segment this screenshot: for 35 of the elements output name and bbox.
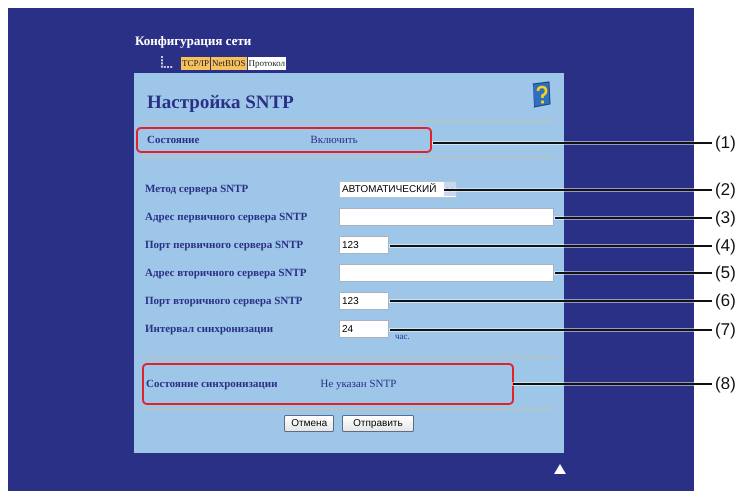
field-label: Порт вторичного сервера SNTP (145, 295, 304, 307)
cancel-button[interactable]: Отмена (284, 415, 334, 432)
tab[interactable]: TCP/IP (181, 57, 210, 70)
field-label: Состояние синхронизации (146, 378, 278, 390)
field-label: Адрес вторичного сервера SNTP (145, 267, 308, 279)
submit-button[interactable]: Отправить (342, 415, 414, 432)
callout-number: (5) (715, 262, 736, 284)
field-label: Адрес первичного сервера SNTP (145, 211, 308, 223)
tab[interactable]: NetBIOS (211, 57, 247, 70)
callout-number: (1) (715, 132, 736, 154)
status-value: Включить (310, 134, 358, 146)
input-field[interactable]: 123 (339, 292, 389, 310)
unit-label: час. (395, 331, 410, 341)
tab[interactable]: Протокол (248, 57, 286, 70)
input-field[interactable] (339, 208, 554, 226)
help-book-icon[interactable] (528, 81, 552, 109)
tree-connector-icon (160, 56, 174, 69)
panel-title: Настройка SNTP (147, 91, 294, 115)
callout-number: (6) (715, 290, 736, 312)
callout-number: (3) (715, 207, 736, 229)
section-heading: Конфигурация сети (135, 33, 252, 48)
status-value: Не указан SNTP (320, 378, 396, 390)
input-field[interactable]: 24 (339, 320, 389, 338)
scroll-to-top-icon[interactable] (554, 464, 566, 474)
field-label: Состояние (147, 134, 200, 146)
callout-number: (4) (715, 235, 736, 257)
callout-number: (8) (715, 373, 736, 395)
field-label: Интервал синхронизации (145, 323, 274, 335)
input-field[interactable]: 123 (339, 236, 389, 254)
field-label: Метод сервера SNTP (145, 183, 250, 195)
callout-number: (2) (715, 179, 736, 201)
method-dropdown[interactable]: АВТОМАТИЧЕСКИЙ (339, 180, 457, 198)
input-field[interactable] (339, 264, 554, 282)
callout-number: (7) (715, 319, 736, 341)
field-label: Порт первичного сервера SNTP (145, 239, 304, 251)
